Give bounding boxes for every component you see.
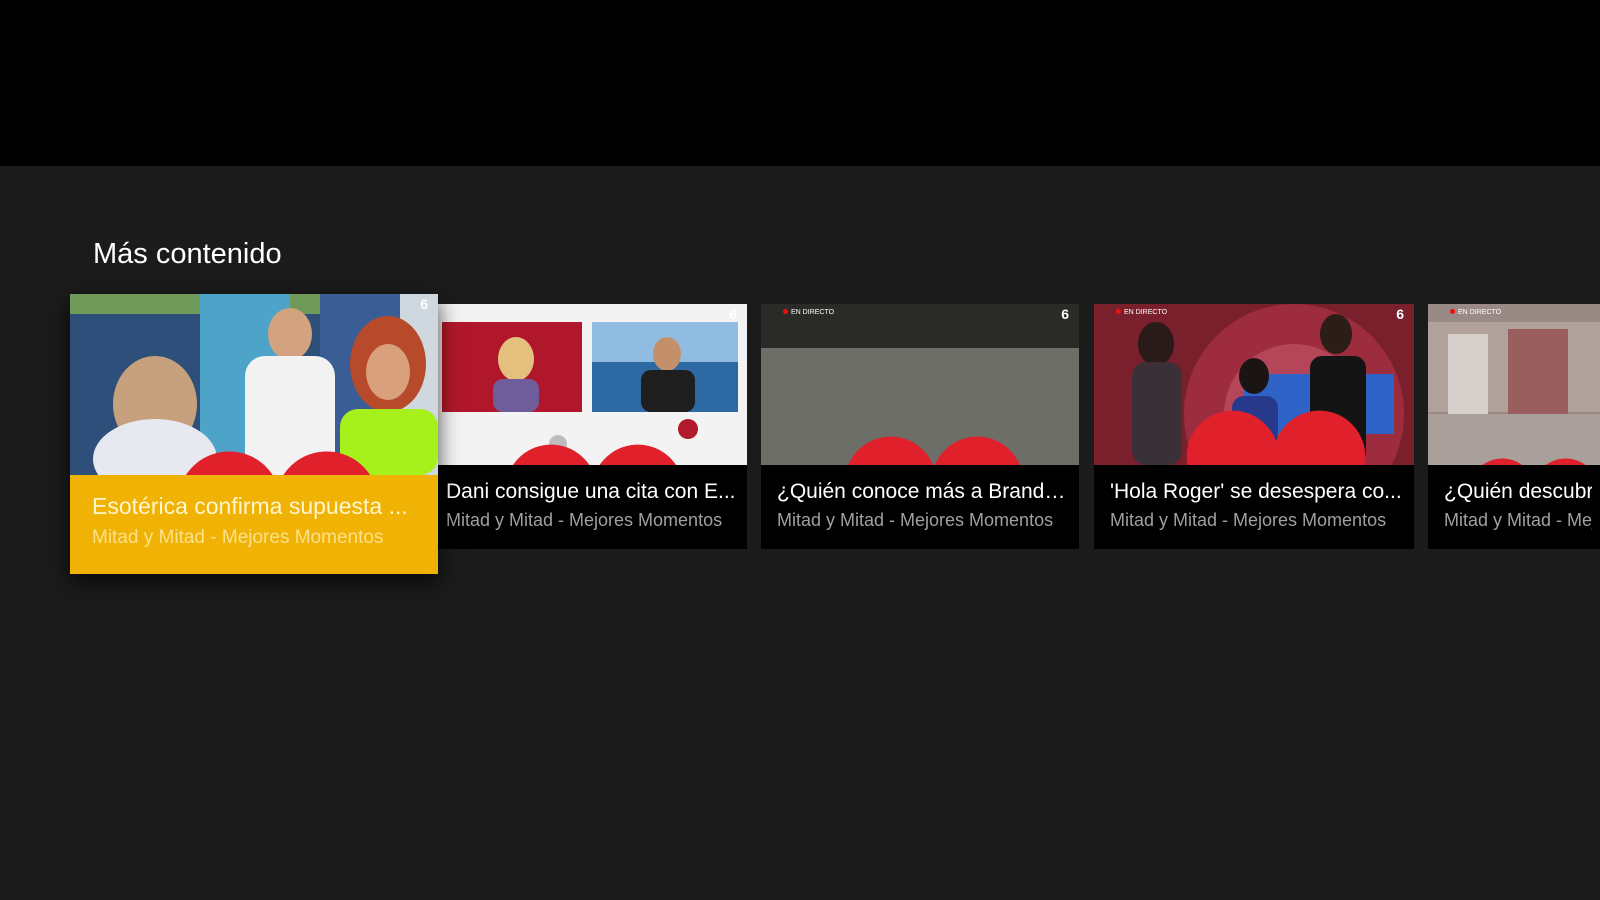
video-channel: Mitad y Mitad - Mej	[1444, 510, 1592, 530]
channel-six-icon: 6	[1061, 306, 1069, 322]
video-card-focused[interactable]: 6 Esotérica confirma supuesta ... Mitad …	[70, 294, 438, 574]
video-card[interactable]: EN DIRECTO 6 'Hola Roger' se desespera c…	[1094, 304, 1414, 549]
video-thumbnail: EN DIRECTO	[1428, 304, 1600, 465]
video-channel: Mitad y Mitad - Mejores Momentos	[92, 527, 384, 548]
live-badge: EN DIRECTO	[1116, 308, 1168, 317]
video-channel: Mitad y Mitad - Mejores Momentos	[446, 510, 723, 530]
video-title: ¿Quién conoce más a Brando...	[777, 480, 1071, 503]
heart-logo-icon	[513, 444, 676, 465]
live-badge: EN DIRECTO	[783, 308, 835, 317]
card-info: 'Hola Roger' se desespera co... Mitad y …	[1094, 465, 1414, 549]
heart-logo-icon	[1482, 458, 1586, 465]
video-title: Esotérica confirma supuesta ...	[92, 493, 408, 519]
heart-logo-icon	[1186, 410, 1366, 465]
video-title: 'Hola Roger' se desespera co...	[1110, 480, 1402, 503]
video-card[interactable]: 6 Dani consigue una cita con E... Mitad …	[438, 304, 747, 549]
top-bar	[0, 0, 1600, 166]
card-info: ¿Quién conoce más a Brando... Mitad y Mi…	[761, 465, 1079, 549]
channel-six-icon: 6	[1396, 306, 1404, 322]
video-thumbnail: 6	[70, 294, 438, 475]
video-channel: Mitad y Mitad - Mejores Momentos	[777, 510, 1054, 530]
heart-logo-icon	[185, 451, 371, 475]
video-title: ¿Quién descubre	[1444, 480, 1592, 503]
content-area: Más contenido 6 Esotérica confirma supue…	[0, 166, 1600, 900]
video-title: Dani consigue una cita con E...	[446, 480, 736, 503]
heart-logo-icon	[848, 436, 1020, 465]
card-info: Dani consigue una cita con E... Mitad y …	[438, 465, 747, 549]
card-info: ¿Quién descubre Mitad y Mitad - Mej	[1428, 465, 1600, 549]
live-badge: EN DIRECTO	[1450, 308, 1502, 317]
channel-six-icon: 6	[729, 306, 737, 322]
video-thumbnail: EN DIRECTO 6	[1094, 304, 1414, 465]
video-card[interactable]: EN DIRECTO ¿Quién descubre Mitad y Mitad…	[1428, 304, 1600, 549]
section-title: Más contenido	[93, 238, 282, 270]
channel-six-icon: 6	[420, 296, 428, 312]
video-thumbnail: 6	[438, 304, 747, 465]
video-channel: Mitad y Mitad - Mejores Momentos	[1110, 510, 1387, 530]
video-thumbnail: EN DIRECTO 6	[761, 304, 1079, 465]
video-card[interactable]: EN DIRECTO 6 ¿Quién conoce más a Brando.…	[761, 304, 1079, 549]
card-info: Esotérica confirma supuesta ... Mitad y …	[70, 475, 438, 574]
